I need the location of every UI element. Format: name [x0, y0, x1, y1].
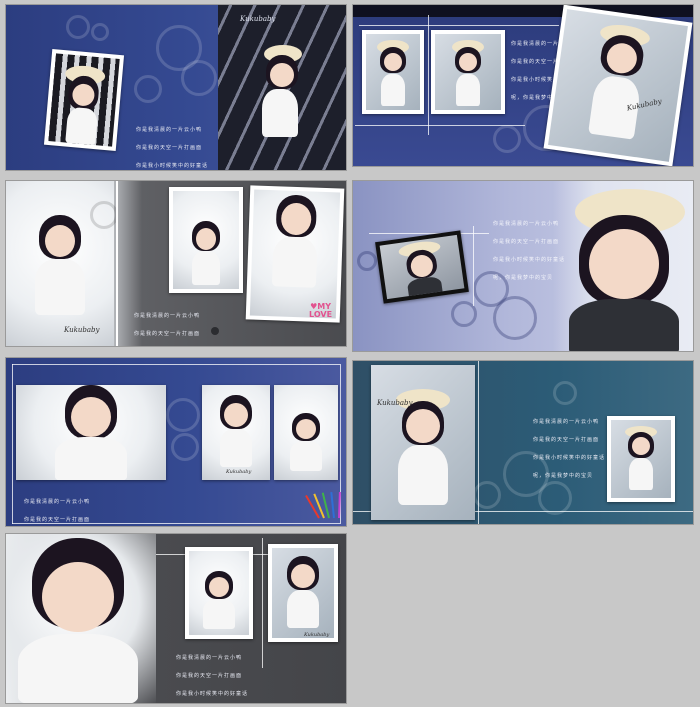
- decor-line: [478, 361, 479, 524]
- photo-i[interactable]: [607, 416, 675, 502]
- child-figure: [281, 556, 325, 636]
- photo-e[interactable]: [16, 385, 166, 480]
- photo-c[interactable]: [169, 187, 243, 293]
- main-photo-smile[interactable]: [6, 534, 156, 703]
- decor-line: [359, 25, 559, 26]
- child-figure: [448, 40, 488, 110]
- photo-f[interactable]: Kukubaby: [202, 385, 270, 480]
- decor-line: [12, 364, 340, 365]
- album-page-1[interactable]: Kukubaby 你是我清晨的一片云小鸭 你是我的天空一片打画面 你是我小时候笑…: [5, 4, 347, 171]
- child-figure: [199, 571, 239, 635]
- album-page-7[interactable]: Kukubaby 你是我清晨的一片云小鸭 你是我的天空一片打画面 你是我小时候笑…: [5, 533, 347, 704]
- child-figure: [51, 385, 131, 480]
- child-figure: [264, 194, 327, 296]
- caption-block: 你是我清晨的一片云小鸭 你是我的天空一片打画面 你是我小时候笑中的好童话 呢，你…: [134, 313, 201, 337]
- child-figure: [565, 189, 685, 351]
- album-page-5[interactable]: Kukubaby 你是我清晨的一片云小鸭 你是我的天空一片打画面 你是我小时候笑…: [5, 357, 347, 527]
- child-figure: [250, 45, 310, 159]
- photo-a[interactable]: [362, 30, 424, 114]
- pencil-icon: [305, 488, 346, 524]
- decor-ring: [90, 201, 118, 229]
- album-page-2[interactable]: 你是我清晨的一片云小鸭 你是我的天空一片打画面 你是我小时候笑中的好童话 呢，你…: [352, 4, 694, 167]
- decor-ring: [493, 125, 521, 153]
- caption-block: 你是我清晨的一片云小鸭 你是我的天空一片打画面 你是我小时候笑中的好童话 呢，你…: [493, 221, 566, 281]
- main-photo-hat[interactable]: [553, 181, 693, 351]
- child-figure: [25, 215, 95, 325]
- decor-ring: [181, 60, 217, 96]
- brand-label: Kukubaby: [304, 632, 330, 638]
- caption-block: 你是我清晨的一片云小鸭 你是我的天空一片打画面 你是我小时候笑中的好童话 呢，你…: [533, 419, 606, 479]
- child-figure: [388, 389, 458, 513]
- child-figure: [575, 21, 661, 150]
- child-figure: [18, 538, 138, 703]
- main-photo-railing[interactable]: Kukubaby: [218, 5, 346, 170]
- decor-ring: [171, 433, 199, 461]
- brand-label: Kukubaby: [377, 399, 413, 407]
- brand-label: Kukubaby: [240, 15, 276, 23]
- photo-k[interactable]: Kukubaby: [268, 544, 338, 642]
- child-figure: [55, 64, 112, 147]
- child-figure: [214, 395, 258, 475]
- decor-line: [428, 15, 429, 135]
- decor-ring: [357, 251, 377, 271]
- photo-b[interactable]: [431, 30, 505, 114]
- child-figure: [286, 413, 326, 475]
- photo-tilted[interactable]: [43, 49, 125, 151]
- decor-ring: [66, 15, 90, 39]
- love-sticker: ♥MY LOVE: [309, 302, 333, 319]
- caption-block: 你是我清晨的一片云小鸭 你是我的天空一片打画面 你是我小时候笑中的好童话 呢，你…: [136, 127, 209, 169]
- album-page-3[interactable]: Kukubaby ♥MY LOVE 你是我清晨的一片云小鸭 你是我的天空一片打画…: [5, 180, 347, 347]
- decor-line: [12, 364, 13, 524]
- photo-j[interactable]: [185, 547, 253, 639]
- decor-ring: [553, 381, 577, 405]
- photo-g[interactable]: [274, 385, 338, 480]
- child-figure: [621, 426, 661, 498]
- caption-block: 你是我清晨的一片云小鸭 你是我的天空一片打画面 你是我小时候笑中的好童话 呢，你…: [176, 655, 249, 697]
- child-figure: [373, 40, 413, 110]
- photo-tilted-dark[interactable]: [375, 230, 469, 304]
- caption-block: 你是我清晨的一片云小鸭 你是我的天空一片打画面 你是我小时候笑中的好童话 呢，你…: [24, 499, 91, 523]
- decor-ring: [134, 75, 162, 103]
- child-figure: [394, 239, 451, 300]
- decor-line: [262, 538, 263, 668]
- decor-ring: [166, 398, 200, 432]
- decor-ring: [211, 327, 219, 335]
- photo-tilted-large[interactable]: Kukubaby: [543, 5, 693, 166]
- decor-ring: [493, 296, 537, 340]
- decor-line: [473, 226, 474, 306]
- album-page-4[interactable]: 你是我清晨的一片云小鸭 你是我的天空一片打画面 你是我小时候笑中的好童话 呢，你…: [352, 180, 694, 352]
- decor-line: [355, 125, 525, 126]
- photo-h[interactable]: Kukubaby: [371, 365, 475, 520]
- brand-label: Kukubaby: [64, 326, 100, 334]
- decor-line: [116, 181, 118, 346]
- decor-ring: [91, 23, 109, 41]
- child-figure: [186, 221, 226, 289]
- album-page-6[interactable]: Kukubaby 你是我清晨的一片云小鸭 你是我的天空一片打画面 你是我小时候笑…: [352, 360, 694, 525]
- brand-label: Kukubaby: [226, 469, 252, 475]
